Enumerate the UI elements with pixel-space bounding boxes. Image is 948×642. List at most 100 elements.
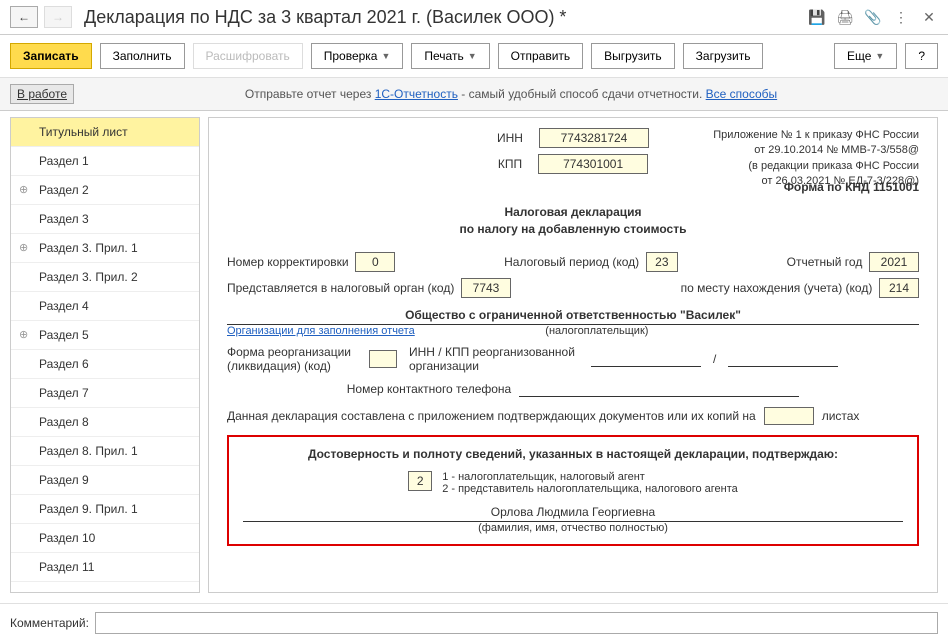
chevron-down-icon: ▼ <box>381 51 390 61</box>
decode-button: Расшифровать <box>193 43 303 69</box>
confirmation-title: Достоверность и полноту сведений, указан… <box>243 447 903 461</box>
sidebar-item-10[interactable]: Раздел 8 <box>11 408 199 437</box>
forward-button: → <box>44 6 72 28</box>
sidebar-item-5[interactable]: Раздел 3. Прил. 2 <box>11 263 199 292</box>
check-button[interactable]: Проверка▼ <box>311 43 404 69</box>
help-button[interactable]: ? <box>905 43 938 69</box>
sidebar-item-label: Раздел 6 <box>39 357 89 371</box>
kpp-field[interactable]: 774301001 <box>538 154 648 174</box>
org-sub-label: (налогоплательщик) <box>415 325 779 337</box>
reorg-inn-field[interactable] <box>591 351 701 367</box>
kpp-label: КПП <box>498 157 522 171</box>
sidebar-item-9[interactable]: Раздел 7 <box>11 379 199 408</box>
sidebar-item-11[interactable]: Раздел 8. Прил. 1 <box>11 437 199 466</box>
location-field[interactable]: 214 <box>879 278 919 298</box>
all-methods-link[interactable]: Все способы <box>706 87 778 101</box>
appendix-info: Приложение № 1 к приказу ФНС России от 2… <box>713 128 919 190</box>
sidebar-item-label: Раздел 10 <box>39 531 95 545</box>
correction-label: Номер корректировки <box>227 255 349 269</box>
sidebar-item-label: Титульный лист <box>39 125 128 139</box>
reporting-link[interactable]: 1С-Отчетность <box>375 87 458 101</box>
sidebar-item-1[interactable]: Раздел 1 <box>11 147 199 176</box>
sidebar-item-label: Раздел 1 <box>39 154 89 168</box>
sidebar-item-13[interactable]: Раздел 9. Прил. 1 <box>11 495 199 524</box>
org-fill-link[interactable]: Организации для заполнения отчета <box>227 325 415 337</box>
sidebar-item-8[interactable]: Раздел 6 <box>11 350 199 379</box>
correction-field[interactable]: 0 <box>355 252 395 272</box>
expand-icon[interactable]: ⊕ <box>19 328 28 341</box>
inn-field[interactable]: 7743281724 <box>539 128 649 148</box>
sidebar-item-label: Раздел 5 <box>39 328 89 342</box>
tax-org-field[interactable]: 7743 <box>461 278 511 298</box>
chevron-down-icon: ▼ <box>468 51 477 61</box>
location-label: по месту нахождения (учета) (код) <box>681 281 873 295</box>
sidebar-item-label: Раздел 11 <box>39 560 94 574</box>
sidebar-item-3[interactable]: Раздел 3 <box>11 205 199 234</box>
expand-icon[interactable]: ⊕ <box>19 183 28 196</box>
save-icon[interactable]: 💾 <box>808 9 826 26</box>
period-field[interactable]: 23 <box>646 252 678 272</box>
infobar-text: Отправьте отчет через 1С-Отчетность - са… <box>84 87 938 101</box>
declaration-title: Налоговая декларация по налогу на добавл… <box>227 204 919 238</box>
sidebar-item-label: Раздел 3 <box>39 212 89 226</box>
confirm-options: 1 - налогоплательщик, налоговый агент2 -… <box>442 471 738 495</box>
reorg-inn-label: ИНН / КПП реорганизованнойорганизации <box>409 345 579 373</box>
year-label: Отчетный год <box>787 255 863 269</box>
load-button[interactable]: Загрузить <box>683 43 764 69</box>
title-icons: 💾 🖨 📎 ⋮ ✕ <box>808 9 938 26</box>
reorg-code-field[interactable] <box>369 350 397 368</box>
sidebar-item-label: Раздел 4 <box>39 299 89 313</box>
infobar: В работе Отправьте отчет через 1С-Отчетн… <box>0 78 948 111</box>
sidebar-item-0[interactable]: Титульный лист <box>11 118 199 147</box>
tax-org-label: Представляется в налоговый орган (код) <box>227 281 454 295</box>
signer-name: Орлова Людмила Георгиевна <box>243 505 903 522</box>
sidebar-item-15[interactable]: Раздел 11 <box>11 553 199 582</box>
footer: Комментарий: <box>0 603 948 642</box>
sidebar-item-label: Раздел 8 <box>39 415 89 429</box>
send-button[interactable]: Отправить <box>498 43 584 69</box>
year-field[interactable]: 2021 <box>869 252 919 272</box>
sidebar-item-14[interactable]: Раздел 10 <box>11 524 199 553</box>
sidebar-item-label: Раздел 3. Прил. 2 <box>39 270 138 284</box>
titlebar: ← → Декларация по НДС за 3 квартал 2021 … <box>0 0 948 35</box>
sidebar-item-12[interactable]: Раздел 9 <box>11 466 199 495</box>
docs-label: Данная декларация составлена с приложени… <box>227 409 756 423</box>
signer-sub: (фамилия, имя, отчество полностью) <box>243 522 903 534</box>
sidebar-item-label: Раздел 9. Прил. 1 <box>39 502 138 516</box>
print-icon[interactable]: 🖨 <box>836 9 854 26</box>
phone-label: Номер контактного телефона <box>347 382 511 396</box>
sidebar-item-7[interactable]: ⊕ Раздел 5 <box>11 321 199 350</box>
chevron-down-icon: ▼ <box>875 51 884 61</box>
print-button[interactable]: Печать▼ <box>411 43 489 69</box>
reorg-kpp-field[interactable] <box>728 351 838 367</box>
sidebar-item-label: Раздел 2 <box>39 183 89 197</box>
confirm-code-field[interactable]: 2 <box>408 471 432 491</box>
confirmation-box: Достоверность и полноту сведений, указан… <box>227 435 919 546</box>
reorg-label: Форма реорганизации(ликвидация) (код) <box>227 345 357 373</box>
docs-count-field[interactable] <box>764 407 814 425</box>
sidebar-item-label: Раздел 8. Прил. 1 <box>39 444 138 458</box>
more-button[interactable]: Еще▼ <box>834 43 897 69</box>
close-icon[interactable]: ✕ <box>920 9 938 26</box>
attach-icon[interactable]: 📎 <box>864 9 882 26</box>
status-badge[interactable]: В работе <box>10 84 74 104</box>
fill-button[interactable]: Заполнить <box>100 43 185 69</box>
org-name: Общество с ограниченной ответственностью… <box>227 308 919 325</box>
toolbar: Записать Заполнить Расшифровать Проверка… <box>0 35 948 78</box>
sidebar-item-6[interactable]: Раздел 4 <box>11 292 199 321</box>
inn-label: ИНН <box>497 131 523 145</box>
back-button[interactable]: ← <box>10 6 38 28</box>
expand-icon[interactable]: ⊕ <box>19 241 28 254</box>
docs-label2: листах <box>822 409 860 423</box>
phone-field[interactable] <box>519 381 799 397</box>
period-label: Налоговый период (код) <box>504 255 639 269</box>
sidebar-item-2[interactable]: ⊕ Раздел 2 <box>11 176 199 205</box>
main: Титульный лист Раздел 1 ⊕ Раздел 2 Раздел 3 ⊕… <box>0 111 948 599</box>
sidebar-item-4[interactable]: ⊕ Раздел 3. Прил. 1 <box>11 234 199 263</box>
more-icon[interactable]: ⋮ <box>892 9 910 26</box>
upload-button[interactable]: Выгрузить <box>591 43 675 69</box>
write-button[interactable]: Записать <box>10 43 92 69</box>
comment-input[interactable] <box>95 612 938 634</box>
sidebar-item-label: Раздел 3. Прил. 1 <box>39 241 138 255</box>
content: Приложение № 1 к приказу ФНС России от 2… <box>208 117 938 593</box>
